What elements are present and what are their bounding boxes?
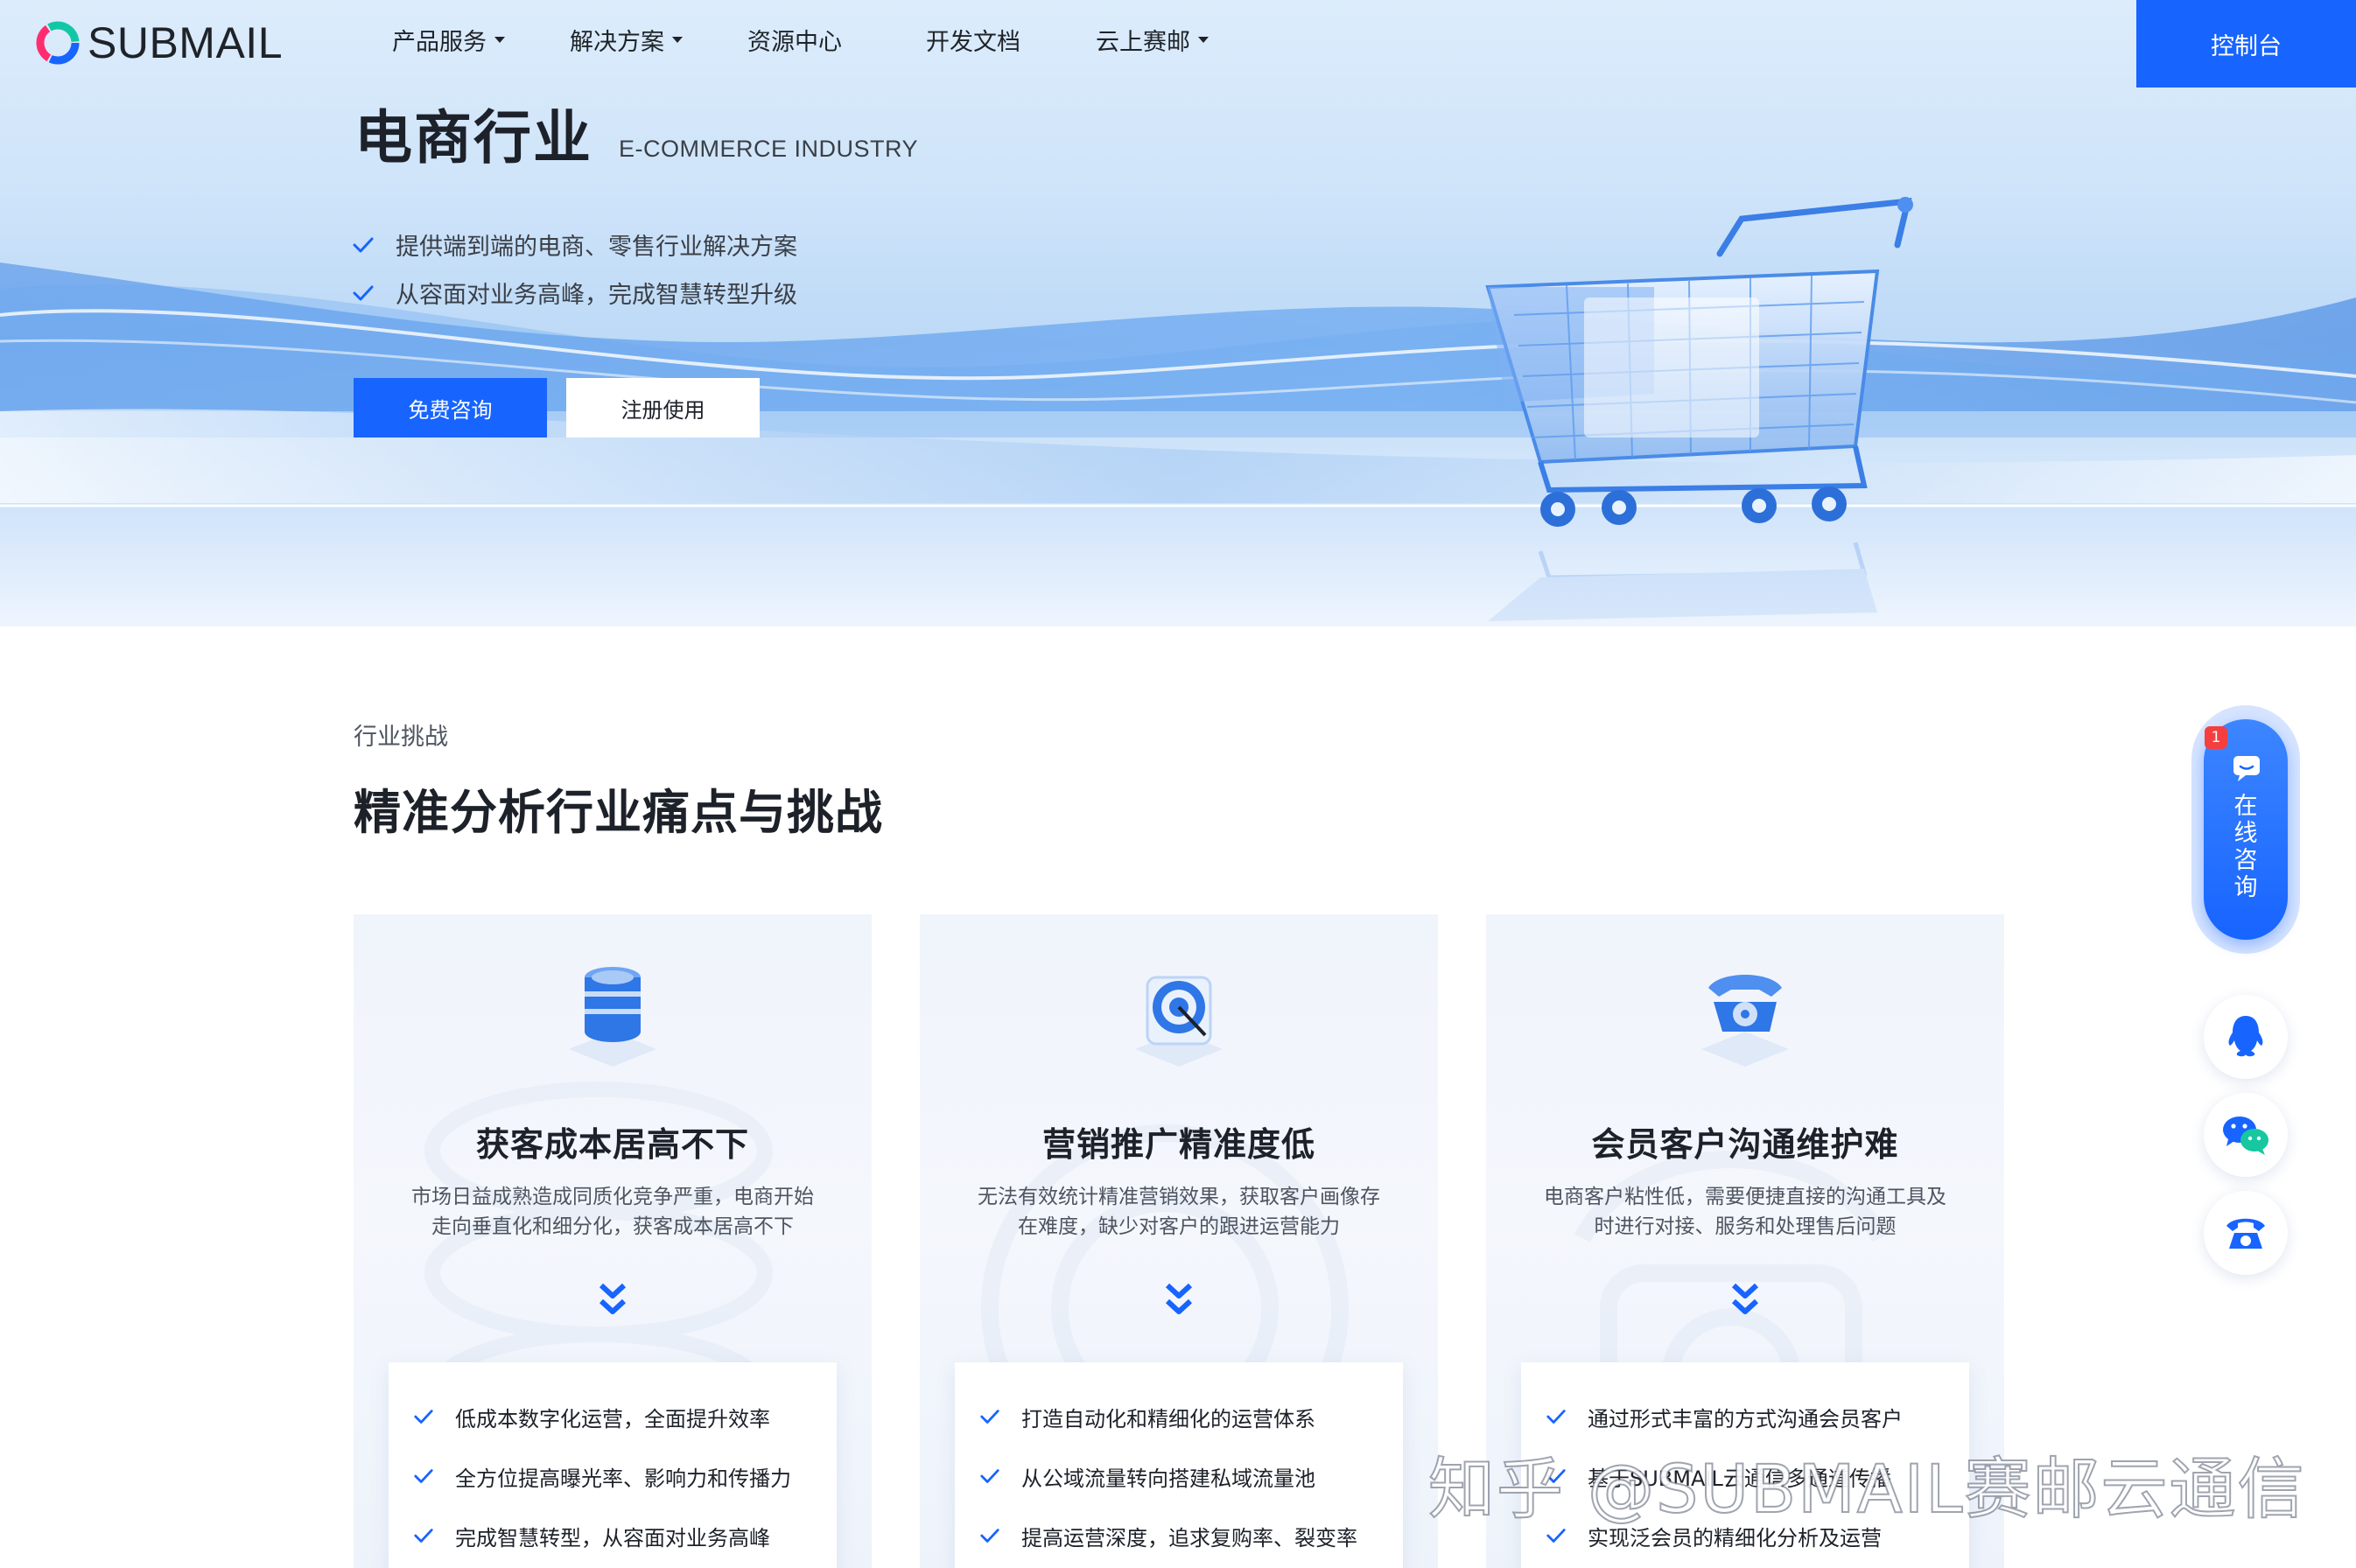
- consult-char: 线: [2233, 820, 2258, 847]
- double-chevron-down-icon: [599, 1283, 627, 1314]
- hero-point: 提供端到端的电商、零售行业解决方案: [352, 220, 797, 269]
- list-item: 打造自动化和精细化的运营体系: [955, 1387, 1403, 1446]
- caret-down-icon: [1198, 37, 1209, 43]
- card-desc-line: 无法有效统计精准营销效果，获取客户画像存: [978, 1186, 1380, 1208]
- card-description: 无法有效统计精准营销效果，获取客户画像存 在难度，缺少对客户的跟进运营能力: [955, 1182, 1403, 1242]
- hero-point-text: 提供端到端的电商、零售行业解决方案: [396, 234, 797, 261]
- nav-item-cloud-submail[interactable]: 云上赛邮: [1096, 23, 1209, 57]
- telephone-icon: [1701, 975, 1789, 1067]
- check-icon: [414, 1469, 433, 1483]
- caret-down-icon: [672, 37, 683, 43]
- nav-label: 云上赛邮: [1096, 29, 1190, 56]
- online-consult-label: 在 线 咨 询: [2204, 793, 2288, 901]
- list-item-text: 从公域流量转向搭建私域流量池: [1021, 1466, 1315, 1491]
- hero-points: 提供端到端的电商、零售行业解决方案 从容面对业务高峰，完成智慧转型升级: [352, 220, 797, 317]
- wechat-icon: [2223, 1116, 2268, 1155]
- submail-logo-icon: [36, 21, 80, 65]
- check-icon: [980, 1410, 999, 1424]
- logo-text: SUBMAIL: [88, 18, 284, 67]
- list-item: 提高运营深度，追求复购率、裂变率: [955, 1506, 1403, 1565]
- card-description: 电商客户粘性低，需要便捷直接的沟通工具及 时进行对接、服务和处理售后问题: [1521, 1182, 1969, 1242]
- challenge-card: 获客成本居高不下 市场日益成熟造成同质化竞争严重，电商开始 走向垂直化和细分化，…: [354, 914, 872, 1568]
- section-label: 行业挑战: [354, 724, 448, 751]
- check-icon: [414, 1410, 433, 1424]
- section-title: 精准分析行业痛点与挑战: [354, 785, 883, 840]
- shopping-cart-illustration: [1485, 197, 1913, 621]
- list-item: 全方位提高曝光率、影响力和传播力: [389, 1446, 837, 1506]
- hero-point: 从容面对业务高峰，完成智慧转型升级: [352, 269, 797, 317]
- list-item-text: 提高运营深度，追求复购率、裂变率: [1021, 1525, 1357, 1550]
- card-description: 市场日益成熟造成同质化竞争严重，电商开始 走向垂直化和细分化，获客成本居高不下: [389, 1182, 837, 1242]
- hero-heading: 电商行业 E-COMMERCE INDUSTRY: [354, 103, 918, 173]
- challenge-card: 营销推广精准度低 无法有效统计精准营销效果，获取客户画像存 在难度，缺少对客户的…: [920, 914, 1438, 1568]
- list-item: 低成本数字化运营，全面提升效率: [389, 1387, 837, 1446]
- target-icon: [1135, 976, 1223, 1067]
- phone-button[interactable]: [2204, 1191, 2288, 1275]
- top-navbar: SUBMAIL 产品服务 解决方案 资源中心 开发文档 云上赛邮 控制台: [0, 0, 2356, 88]
- wechat-button[interactable]: [2204, 1093, 2288, 1177]
- nav-label: 产品服务: [392, 29, 487, 56]
- consult-char: 在: [2233, 793, 2258, 820]
- list-item-text: 低成本数字化运营，全面提升效率: [455, 1406, 770, 1432]
- nav-item-products[interactable]: 产品服务: [392, 23, 505, 57]
- zhihu-watermark: 知乎 @SUBMAIL赛邮云通信: [1427, 1449, 2306, 1529]
- page-subtitle-en: E-COMMERCE INDUSTRY: [619, 136, 919, 162]
- list-item-text: 完成智慧转型，从容面对业务高峰: [455, 1525, 770, 1550]
- double-chevron-down-icon: [1165, 1283, 1193, 1314]
- free-consult-button[interactable]: 免费咨询: [354, 378, 547, 438]
- nav-label: 资源中心: [747, 29, 842, 56]
- card-desc-line: 在难度，缺少对客户的跟进运营能力: [1018, 1215, 1340, 1238]
- double-chevron-down-icon: [1731, 1283, 1759, 1314]
- card-title: 营销推广精准度低: [1041, 1125, 1315, 1164]
- list-item-text: 全方位提高曝光率、影响力和传播力: [455, 1466, 791, 1491]
- check-icon: [414, 1529, 433, 1543]
- card-desc-line: 市场日益成熟造成同质化竞争严重，电商开始: [411, 1186, 814, 1208]
- consult-char: 询: [2233, 874, 2258, 901]
- card-title: 会员客户沟通维护难: [1591, 1125, 1899, 1164]
- list-item: 完成智慧转型，从容面对业务高峰: [389, 1506, 837, 1565]
- nav-item-solutions[interactable]: 解决方案: [570, 23, 683, 57]
- list-item: 从公域流量转向搭建私域流量池: [955, 1446, 1403, 1506]
- nav-item-resources[interactable]: 资源中心: [747, 23, 842, 57]
- list-item-text: 打造自动化和精细化的运营体系: [1021, 1406, 1315, 1432]
- phone-icon: [2226, 1218, 2265, 1249]
- page-title: 电商行业: [354, 104, 593, 172]
- check-icon: [353, 237, 374, 252]
- card-desc-line: 电商客户粘性低，需要便捷直接的沟通工具及: [1544, 1186, 1946, 1208]
- nav-item-docs[interactable]: 开发文档: [926, 23, 1020, 57]
- card-title: 获客成本居高不下: [475, 1125, 749, 1164]
- submail-logo[interactable]: SUBMAIL: [33, 16, 283, 70]
- qq-button[interactable]: [2204, 995, 2288, 1079]
- check-icon: [353, 285, 374, 300]
- hero-buttons: 免费咨询 注册使用: [354, 378, 760, 438]
- chat-bubble-icon: [2233, 756, 2260, 781]
- card-desc-line: 走向垂直化和细分化，获客成本居高不下: [431, 1215, 794, 1238]
- console-button[interactable]: 控制台: [2136, 0, 2356, 88]
- register-button[interactable]: 注册使用: [566, 378, 760, 438]
- nav-label: 开发文档: [926, 29, 1020, 56]
- consult-char: 咨: [2233, 847, 2258, 874]
- caret-down-icon: [494, 37, 505, 43]
- card-solution-list: 低成本数字化运营，全面提升效率 全方位提高曝光率、影响力和传播力 完成智慧转型，…: [389, 1362, 837, 1568]
- unread-badge: 1: [2205, 726, 2227, 749]
- qq-icon: [2228, 1016, 2263, 1057]
- main-nav: 产品服务 解决方案 资源中心 开发文档 云上赛邮: [392, 23, 1273, 57]
- nav-label: 解决方案: [570, 29, 664, 56]
- check-icon: [1546, 1410, 1566, 1424]
- card-desc-line: 时进行对接、服务和处理售后问题: [1594, 1215, 1897, 1238]
- database-icon: [569, 967, 656, 1067]
- hero-point-text: 从容面对业务高峰，完成智慧转型升级: [396, 282, 797, 309]
- check-icon: [980, 1529, 999, 1543]
- online-consult-button[interactable]: 在 线 咨 询: [2204, 719, 2288, 940]
- card-solution-list: 打造自动化和精细化的运营体系 从公域流量转向搭建私域流量池 提高运营深度，追求复…: [955, 1362, 1403, 1568]
- list-item-text: 通过形式丰富的方式沟通会员客户: [1588, 1406, 1903, 1432]
- check-icon: [980, 1469, 999, 1483]
